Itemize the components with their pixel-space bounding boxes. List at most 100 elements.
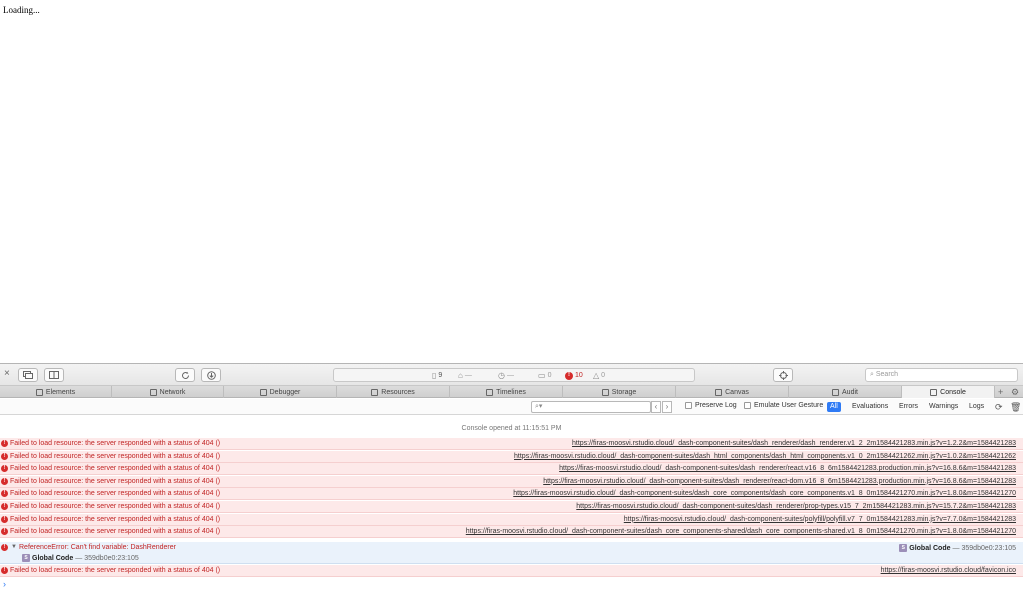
filter-input[interactable]: ⌕▾ xyxy=(531,401,651,413)
error-icon: ! xyxy=(1,528,8,536)
dock-side-button[interactable] xyxy=(44,368,64,382)
transfer-size[interactable]: ⌂ — xyxy=(458,371,472,380)
tab-debugger[interactable]: Debugger xyxy=(224,386,337,398)
undock-icon xyxy=(23,371,33,379)
filter-icon: ⌕▾ xyxy=(535,403,543,410)
preserve-log-checkbox[interactable]: Preserve Log xyxy=(685,402,737,409)
next-match-button[interactable]: › xyxy=(662,401,672,413)
resource-url-link[interactable]: https://firas-moosvi.rstudio.cloud/_dash… xyxy=(559,465,1016,472)
loading-text: Loading... xyxy=(3,5,40,15)
source-location-link[interactable]: S Global Code — 359db0e0:23:105 xyxy=(899,544,1016,552)
resource-url-link[interactable]: https://firas-moosvi.rstudio.cloud/_dash… xyxy=(513,490,1016,497)
tab-canvas[interactable]: Canvas xyxy=(676,386,789,398)
level-evaluations[interactable]: Evaluations xyxy=(849,402,891,412)
errors-count[interactable]: ! 10 xyxy=(565,371,583,380)
console-error-message[interactable]: ! Failed to load resource: the server res… xyxy=(0,513,1023,526)
tab-storage[interactable]: Storage xyxy=(563,386,676,398)
clock-icon: ◷ xyxy=(498,371,505,380)
level-errors[interactable]: Errors xyxy=(896,402,921,412)
tab-network[interactable]: Network xyxy=(112,386,224,398)
inspector-toolbar: × ▯ 9 ⌂ — ◷ — ▭ 0 ! 10 △ 0 ⌕ Search xyxy=(0,364,1023,386)
resource-url-link[interactable]: https://firas-moosvi.rstudio.cloud/_dash… xyxy=(624,516,1016,523)
refresh-icon[interactable]: ⟳ xyxy=(995,401,1003,413)
resource-url-link[interactable]: https://firas-moosvi.rstudio.cloud/favic… xyxy=(881,567,1016,574)
checkbox-box xyxy=(744,402,751,409)
audit-icon xyxy=(832,388,840,396)
tab-timelines[interactable]: Timelines xyxy=(450,386,563,398)
console-error-message[interactable]: ! Failed to load resource: the server res… xyxy=(0,450,1023,463)
canvas-icon xyxy=(715,388,723,396)
error-icon: ! xyxy=(1,465,8,473)
logs-count[interactable]: ▭ 0 xyxy=(538,371,551,380)
document-icon: ▯ xyxy=(432,371,437,380)
element-picker-button[interactable] xyxy=(773,368,793,382)
tab-label: Elements xyxy=(45,388,76,396)
script-icon: S xyxy=(899,544,908,552)
web-inspector: × ▯ 9 ⌂ — ◷ — ▭ 0 ! 10 △ 0 ⌕ Search Elem… xyxy=(0,363,1023,591)
elements-icon xyxy=(35,388,43,396)
error-icon: ! xyxy=(1,440,8,447)
tab-label: Debugger xyxy=(269,388,301,396)
tab-label: Timelines xyxy=(496,388,526,396)
resource-url-link[interactable]: https://firas-moosvi.rstudio.cloud/_dash… xyxy=(543,478,1016,485)
close-inspector-icon[interactable]: × xyxy=(4,369,10,379)
emulate-gesture-checkbox[interactable]: Emulate User Gesture xyxy=(744,402,823,409)
search-icon: ⌕ xyxy=(870,371,874,378)
disclosure-triangle-icon[interactable]: ▼ xyxy=(11,544,17,550)
stack-frame[interactable]: S Global Code — 359db0e0:23:105 xyxy=(22,554,139,562)
download-icon xyxy=(206,370,216,380)
console-filter-bar: ⌕▾ ‹ › Preserve Log Emulate User Gesture… xyxy=(0,399,1023,415)
error-text: Failed to load resource: the server resp… xyxy=(10,452,221,460)
console-error-message[interactable]: ! Failed to load resource: the server res… xyxy=(0,501,1023,513)
reload-icon xyxy=(181,371,189,379)
add-tab-icon[interactable]: + xyxy=(998,386,1003,398)
console-error-message[interactable]: ! Failed to load resource: the server res… xyxy=(0,526,1023,539)
undock-button[interactable] xyxy=(18,368,38,382)
resource-url-link[interactable]: https://firas-moosvi.rstudio.cloud/_dash… xyxy=(572,440,1016,447)
console-prompt[interactable]: › xyxy=(3,580,6,589)
tab-label: Network xyxy=(159,388,186,396)
console-error-message[interactable]: ! Failed to load resource: the server res… xyxy=(0,463,1023,476)
tab-elements[interactable]: Elements xyxy=(0,386,112,398)
resource-url-link[interactable]: https://firas-moosvi.rstudio.cloud/_dash… xyxy=(576,503,1016,510)
error-icon: ! xyxy=(1,567,8,574)
level-logs[interactable]: Logs xyxy=(966,402,987,412)
chevron-right-icon: › xyxy=(665,402,669,411)
lock-icon: ⌂ xyxy=(458,371,463,380)
level-warnings[interactable]: Warnings xyxy=(926,402,961,412)
crosshair-icon xyxy=(778,370,788,380)
error-text: Failed to load resource: the server resp… xyxy=(10,503,221,510)
error-text: Failed to load resource: the server resp… xyxy=(10,528,221,536)
checkbox-box xyxy=(685,402,692,409)
error-icon: ! xyxy=(1,490,8,498)
error-icon: ! xyxy=(1,544,8,551)
warnings-count[interactable]: △ 0 xyxy=(593,371,605,380)
reload-button[interactable] xyxy=(175,368,195,382)
error-text: Failed to load resource: the server resp… xyxy=(10,515,221,523)
load-time[interactable]: ◷ — xyxy=(498,371,514,380)
resource-url-link[interactable]: https://firas-moosvi.rstudio.cloud/_dash… xyxy=(466,528,1016,535)
search-input[interactable]: ⌕ Search xyxy=(865,368,1018,382)
error-text: Failed to load resource: the server resp… xyxy=(10,465,221,473)
exception-message[interactable]: ! ▼ ReferenceError: Can't find variable:… xyxy=(0,542,1023,564)
error-text: Failed to load resource: the server resp… xyxy=(10,490,221,498)
resources-count[interactable]: ▯ 9 xyxy=(432,371,442,380)
previous-match-button[interactable]: ‹ xyxy=(651,401,661,413)
console-error-message[interactable]: ! Failed to load resource: the server res… xyxy=(0,438,1023,450)
script-icon: S xyxy=(22,554,30,562)
trash-icon[interactable]: 🗑 xyxy=(1010,401,1021,413)
level-all[interactable]: All xyxy=(827,402,841,412)
console-error-message[interactable]: ! Failed to load resource: the server re… xyxy=(0,565,1023,577)
tab-resources[interactable]: Resources xyxy=(337,386,450,398)
tab-console[interactable]: Console xyxy=(902,386,995,398)
console-error-message[interactable]: ! Failed to load resource: the server res… xyxy=(0,475,1023,488)
error-icon: ! xyxy=(1,477,8,485)
chevron-left-icon: ‹ xyxy=(654,402,658,411)
tab-audit[interactable]: Audit xyxy=(789,386,902,398)
download-button[interactable] xyxy=(201,368,221,382)
storage-icon xyxy=(601,388,609,396)
console-error-message[interactable]: ! Failed to load resource: the server res… xyxy=(0,488,1023,501)
activity-viewer: ▯ 9 ⌂ — ◷ — ▭ 0 ! 10 △ 0 xyxy=(333,368,695,382)
gear-icon[interactable]: ⚙ xyxy=(1011,386,1019,398)
resource-url-link[interactable]: https://firas-moosvi.rstudio.cloud/_dash… xyxy=(514,453,1016,460)
